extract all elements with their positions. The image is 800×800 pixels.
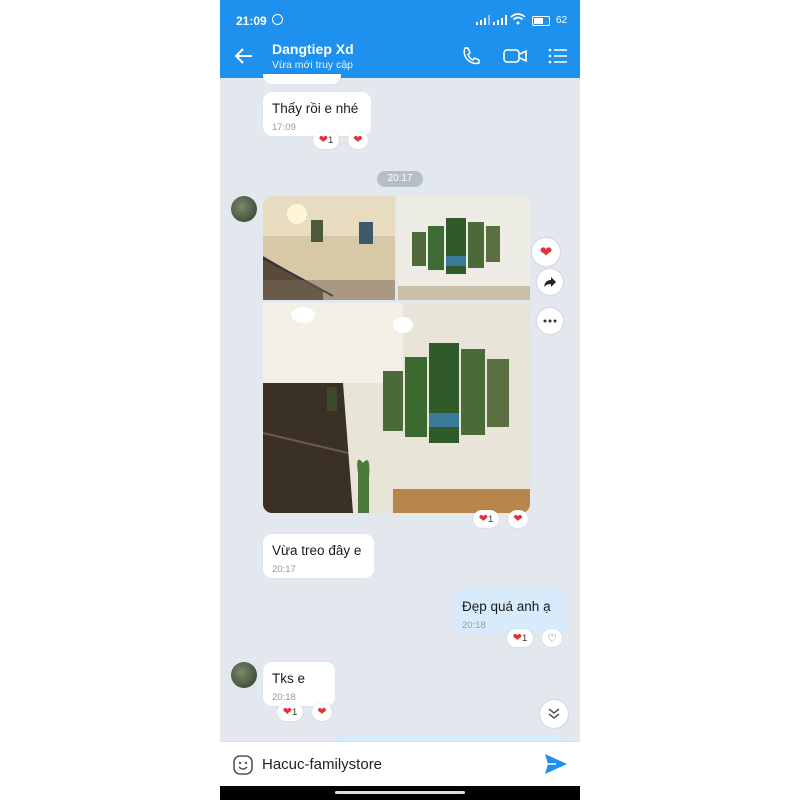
battery-icon	[532, 16, 550, 26]
reaction-count[interactable]: ❤ 1	[313, 131, 339, 149]
react-button[interactable]: ❤	[348, 131, 368, 149]
react-button[interactable]: ❤	[508, 510, 528, 528]
heart-icon: ❤	[478, 512, 488, 525]
my-message-bubble[interactable]: Đẹp quá anh ạ 20:18	[453, 590, 565, 634]
avatar[interactable]	[231, 662, 257, 688]
menu-icon[interactable]	[547, 45, 569, 67]
message-time: 20:18	[462, 620, 486, 631]
heart-icon: ❤	[539, 243, 553, 261]
heart-icon: ❤	[512, 631, 522, 644]
contact-status: Vừa mới truy cập	[272, 59, 354, 71]
phone-screen: 21:09 62 Dangtiep Xd Vừa mới truy cập Th…	[220, 0, 580, 800]
photo-thumbnail[interactable]	[263, 196, 395, 300]
more-button[interactable]	[537, 308, 563, 334]
heart-outline-icon: ♡	[547, 632, 557, 645]
video-call-icon[interactable]	[502, 45, 528, 67]
time-divider: 20:17	[377, 171, 423, 187]
react-button[interactable]: ♡	[542, 629, 562, 647]
message-bubble-partial	[263, 74, 341, 84]
message-bubble[interactable]: Thấy rồi e nhé 17:09	[263, 92, 371, 136]
reaction-count[interactable]: ❤ 1	[277, 703, 303, 721]
heart-icon: ❤	[318, 133, 328, 146]
status-bar: 21:09 62	[220, 0, 580, 34]
share-button[interactable]	[537, 269, 563, 295]
phone-icon[interactable]	[460, 45, 482, 67]
message-text: Vừa treo đây e	[272, 543, 362, 558]
react-button[interactable]: ❤	[312, 703, 332, 721]
share-icon	[544, 277, 556, 287]
message-text: Đẹp quá anh ạ	[462, 599, 551, 614]
message-bubble[interactable]: Vừa treo đây e 20:17	[263, 534, 374, 578]
status-time: 21:09	[236, 14, 267, 28]
message-time: 20:18	[272, 692, 296, 703]
heart-react-button[interactable]: ❤	[532, 238, 560, 266]
more-icon	[543, 319, 557, 323]
heart-icon: ❤	[317, 705, 327, 718]
message-text: Thấy rồi e nhé	[272, 101, 359, 116]
chat-header: Dangtiep Xd Vừa mới truy cập	[220, 34, 580, 78]
signal-icon	[493, 15, 507, 25]
heart-icon: ❤	[513, 512, 523, 525]
scroll-down-button[interactable]	[540, 700, 568, 728]
sticker-icon[interactable]	[232, 754, 254, 776]
heart-icon: ❤	[282, 705, 292, 718]
back-arrow-icon[interactable]	[234, 46, 254, 66]
composer-bar: Hacuc-familystore	[220, 741, 580, 787]
message-bubble[interactable]: Tks e 20:18	[263, 662, 335, 706]
alarm-icon	[272, 14, 283, 25]
contact-name[interactable]: Dangtiep Xd	[272, 41, 354, 57]
home-indicator[interactable]	[335, 791, 465, 794]
avatar[interactable]	[231, 196, 257, 222]
photo-main[interactable]	[263, 303, 530, 513]
battery-percent: 62	[556, 15, 568, 26]
reaction-count[interactable]: ❤ 1	[473, 510, 499, 528]
photo-thumbnail[interactable]	[398, 196, 530, 300]
message-time: 20:17	[272, 564, 296, 575]
wifi-icon	[510, 13, 526, 25]
message-input[interactable]: Hacuc-familystore	[262, 756, 382, 773]
signal-icon	[476, 15, 490, 25]
send-icon[interactable]	[544, 753, 568, 775]
system-nav-bar	[220, 786, 580, 800]
message-time: 17:09	[272, 122, 296, 133]
message-text: Tks e	[272, 671, 306, 686]
reaction-count[interactable]: ❤ 1	[507, 629, 533, 647]
scroll-down-icon	[548, 708, 560, 719]
heart-icon: ❤	[353, 133, 363, 146]
